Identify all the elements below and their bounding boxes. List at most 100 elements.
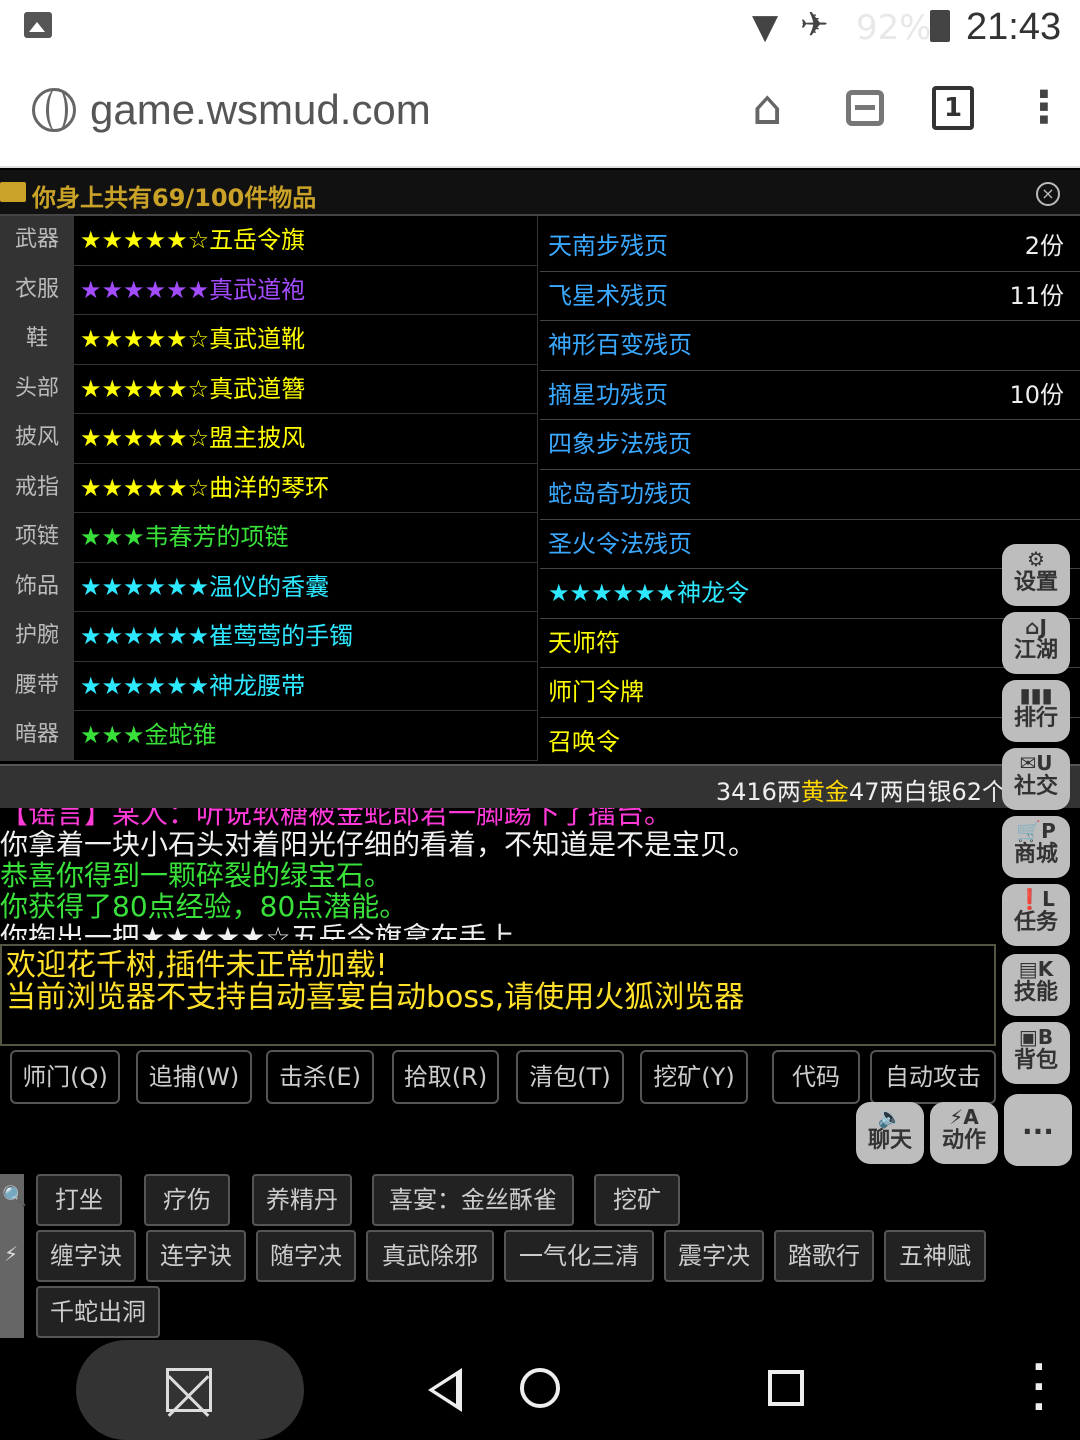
equipment-item-name[interactable]: ★★★金蛇锥	[76, 711, 538, 760]
equipment-slot-label: 饰品	[0, 562, 76, 611]
code-button[interactable]: 代码	[772, 1050, 860, 1104]
inventory-item-row[interactable]: 摘星功残页 10份	[540, 371, 1080, 421]
inventory-item-name: 四象步法残页	[548, 430, 692, 459]
equipment-item-name[interactable]: ★★★韦春芳的项链	[76, 513, 538, 562]
equipment-row[interactable]: 武器 ★★★★★☆五岳令旗	[0, 216, 538, 266]
more-menu-icon[interactable]: ⋮	[1022, 84, 1066, 132]
quick-button[interactable]: 打坐	[36, 1174, 122, 1226]
log-line: 你获得了80点经验，80点潜能。	[0, 890, 408, 923]
inventory-item-count: 2份	[1024, 232, 1064, 260]
inventory-item-row[interactable]: 神形百变残页	[540, 321, 1080, 371]
skill-quick-button[interactable]: 缠字诀	[36, 1230, 136, 1282]
jianghu-button[interactable]: ⌂J 江湖	[1002, 612, 1070, 674]
home-icon[interactable]: ⌂	[752, 84, 782, 132]
back-icon[interactable]	[428, 1368, 462, 1412]
lightning-icon: ⚡A	[949, 1105, 979, 1129]
home-icon: ⌂J	[1025, 615, 1047, 639]
shiqu-button[interactable]: 拾取(R)	[392, 1050, 499, 1104]
ranking-button[interactable]: ▮▮▮ 排行	[1002, 680, 1070, 742]
quick-button[interactable]: 喜宴：金丝酥雀	[372, 1174, 574, 1226]
skill-quick-button[interactable]: 真武除邪	[366, 1230, 494, 1282]
inventory-item-row[interactable]: 飞星术残页 11份	[540, 272, 1080, 322]
equipment-item-name[interactable]: ★★★★★☆真武道簪	[76, 364, 538, 413]
equipment-row[interactable]: 鞋 ★★★★★☆真武道靴	[0, 315, 538, 365]
equipment-row[interactable]: 衣服 ★★★★★★真武道袍	[0, 265, 538, 315]
backpack-button[interactable]: ▣B 背包	[1002, 1022, 1070, 1084]
keyboard-hide-icon[interactable]	[166, 1368, 212, 1412]
skill-quick-button[interactable]: 随字决	[256, 1230, 356, 1282]
inventory-item-count: 10份	[1009, 380, 1064, 409]
translate-icon[interactable]	[846, 90, 884, 126]
game-area: 你身上共有69/100件物品 × 武器 ★★★★★☆五岳令旗 衣服 ★★★★★★真武道…	[0, 170, 1080, 1340]
airplane-icon: ✈	[800, 5, 829, 45]
inventory-item-row[interactable]: 天南步残页 2份	[540, 222, 1080, 272]
inventory-item-row[interactable]: 四象步法残页	[540, 420, 1080, 470]
equipment-slot-label: 衣服	[0, 265, 76, 314]
equipment-item-name[interactable]: ★★★★★★崔莺莺的手镯	[76, 612, 538, 661]
action-button[interactable]: ⚡A 动作	[930, 1102, 998, 1164]
equipment-item-name[interactable]: ★★★★★☆真武道靴	[76, 315, 538, 364]
inventory-item-name: 召唤令	[548, 727, 620, 756]
equipment-item-name[interactable]: ★★★★★☆盟主披风	[76, 414, 538, 463]
inventory-item-row[interactable]: 师门令牌	[540, 668, 1080, 718]
qingbao-button[interactable]: 清包(T)	[516, 1050, 624, 1104]
inventory-title: 你身上共有69/100件物品	[32, 184, 317, 212]
quick-button[interactable]: 养精丹	[252, 1174, 352, 1226]
skill-quick-button[interactable]: 踏歌行	[774, 1230, 874, 1282]
image-notification-icon	[24, 12, 52, 38]
equipment-item-name[interactable]: ★★★★★☆五岳令旗	[76, 216, 538, 265]
address-bar[interactable]: game.wsmud.com	[90, 86, 431, 134]
close-icon[interactable]: ×	[1036, 182, 1060, 206]
more-vert-icon[interactable]: · · ·	[1032, 1350, 1046, 1426]
equipment-slot-label: 戒指	[0, 463, 76, 512]
log-line: 恭喜你得到一颗碎裂的绿宝石。	[0, 859, 393, 892]
lightning-icon[interactable]: ⚡	[4, 1242, 18, 1266]
skill-quick-button[interactable]: 震字决	[664, 1230, 764, 1282]
equipment-row[interactable]: 头部 ★★★★★☆真武道簪	[0, 364, 538, 414]
chat-button[interactable]: 🔈 聊天	[856, 1102, 924, 1164]
wakuang-button[interactable]: 挖矿(Y)	[640, 1050, 748, 1104]
money-text: 3416两黄金47两白银62个	[715, 778, 1006, 806]
equipment-row[interactable]: 护腕 ★★★★★★崔莺莺的手镯	[0, 612, 538, 662]
inventory-item-name: ★★★★★★神龙令	[548, 579, 750, 608]
skill-button[interactable]: ▤K 技能	[1002, 954, 1070, 1016]
skill-quick-button[interactable]: 一气化三清	[504, 1230, 654, 1282]
skill-quick-button[interactable]: 千蛇出洞	[36, 1286, 160, 1338]
more-button[interactable]: ...	[1004, 1094, 1072, 1166]
money-bar: 3416两黄金47两白银62个	[0, 764, 1080, 808]
skill-quick-button[interactable]: 五神赋	[884, 1230, 986, 1282]
jisha-button[interactable]: 击杀(E)	[266, 1050, 374, 1104]
equipment-item-name[interactable]: ★★★★★★神龙腰带	[76, 661, 538, 710]
auto-attack-button[interactable]: 自动攻击	[870, 1050, 996, 1104]
equipment-row[interactable]: 腰带 ★★★★★★神龙腰带	[0, 661, 538, 711]
quick-button[interactable]: 挖矿	[594, 1174, 680, 1226]
equipment-row[interactable]: 披风 ★★★★★☆盟主披风	[0, 414, 538, 464]
inventory-item-row[interactable]: 天师符	[540, 619, 1080, 669]
settings-button[interactable]: ⚙ 设置	[1002, 544, 1070, 606]
task-button[interactable]: ❗L 任务	[1002, 884, 1070, 946]
equipment-row[interactable]: 项链 ★★★韦春芳的项链	[0, 513, 538, 563]
zhuibu-button[interactable]: 追捕(W)	[136, 1050, 252, 1104]
home-nav-icon[interactable]	[520, 1368, 560, 1408]
inventory-item-row[interactable]: 召唤令	[540, 718, 1080, 768]
tab-switcher-button[interactable]: 1	[932, 86, 974, 130]
equipment-row[interactable]: 饰品 ★★★★★★温仪的香囊	[0, 562, 538, 612]
notice-line: 当前浏览器不支持自动喜宴自动boss,请使用火狐浏览器	[6, 980, 745, 1015]
equipment-item-name[interactable]: ★★★★★★温仪的香囊	[76, 562, 538, 611]
quick-button[interactable]: 疗伤	[144, 1174, 230, 1226]
inventory-item-row[interactable]: 蛇岛奇功残页	[540, 470, 1080, 520]
equipment-row[interactable]: 暗器 ★★★金蛇锥	[0, 711, 538, 761]
shop-button[interactable]: 🛒P 商城	[1002, 816, 1070, 878]
search-icon[interactable]: 🔍	[2, 1184, 27, 1208]
recents-icon[interactable]	[768, 1370, 804, 1406]
equipment-item-name[interactable]: ★★★★★☆曲洋的琴环	[76, 463, 538, 512]
inventory-item-row[interactable]: 圣火令法残页	[540, 520, 1080, 570]
equipment-row[interactable]: 戒指 ★★★★★☆曲洋的琴环	[0, 463, 538, 513]
cart-icon: 🛒P	[1016, 819, 1056, 843]
shimen-button[interactable]: 师门(Q)	[10, 1050, 120, 1104]
inventory-item-row[interactable]: ★★★★★★神龙令	[540, 569, 1080, 619]
bar-chart-icon: ▮▮▮	[1019, 683, 1053, 707]
social-button[interactable]: ✉U 社交	[1002, 748, 1070, 810]
equipment-item-name[interactable]: ★★★★★★真武道袍	[76, 265, 538, 314]
skill-quick-button[interactable]: 连字诀	[146, 1230, 246, 1282]
